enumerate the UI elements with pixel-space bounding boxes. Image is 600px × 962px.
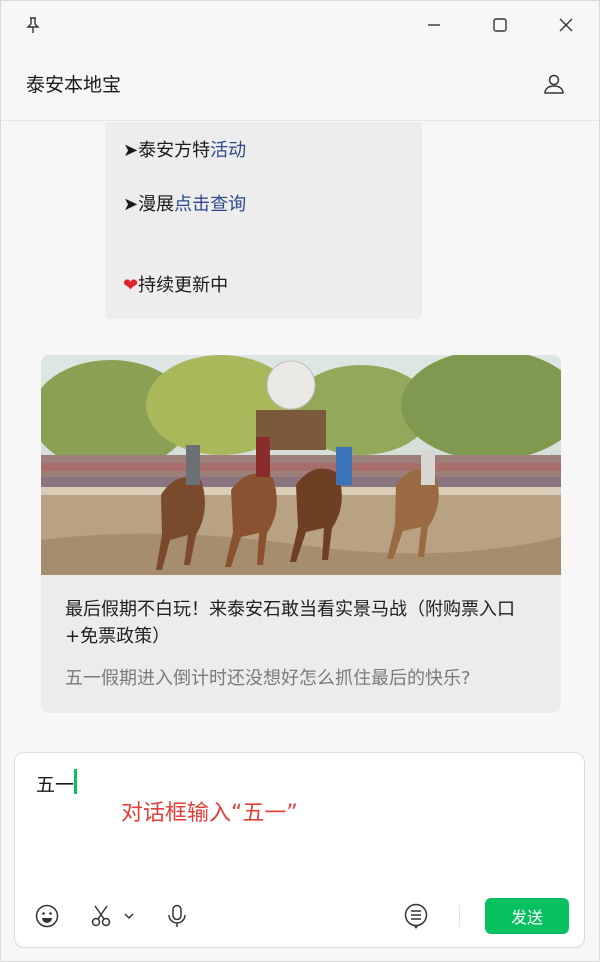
chat-header: 泰安本地宝: [1, 49, 599, 121]
chat-title: 泰安本地宝: [26, 74, 122, 96]
person-icon[interactable]: [539, 69, 569, 99]
minimize-icon[interactable]: [418, 11, 450, 39]
message-line-comic-expo: ➤漫展点击查询: [123, 190, 246, 216]
text-caret: [74, 769, 77, 794]
message-line-updating: ❤持续更新中: [123, 271, 228, 297]
chevron-down-icon[interactable]: [117, 901, 141, 931]
message-line-activity: ➤泰安方特活动: [123, 136, 246, 162]
emoji-icon[interactable]: [32, 901, 62, 931]
query-link[interactable]: 点击查询: [174, 194, 246, 215]
article-card[interactable]: 最后假期不白玩！来泰安石敢当看实景马战（附购票入口+免票政策） 五一假期进入倒计…: [41, 355, 561, 713]
article-image: [41, 355, 561, 575]
title-bar: [1, 1, 599, 49]
message-input[interactable]: 五一: [36, 770, 74, 797]
message-list[interactable]: ➤泰安方特活动 ➤漫展点击查询 ❤持续更新中 最后假期不白玩！来泰安石敢当看实景…: [1, 122, 599, 740]
send-button[interactable]: 发送: [485, 898, 569, 934]
chat-window: 泰安本地宝 ➤泰安方特活动 ➤漫展点击查询 ❤持续更新中 最后假期不白玩！来泰安…: [0, 0, 600, 962]
activity-link[interactable]: 活动: [210, 140, 246, 161]
close-icon[interactable]: [550, 11, 582, 39]
chat-history-icon[interactable]: [401, 901, 431, 931]
microphone-icon[interactable]: [162, 901, 192, 931]
line-text: ➤泰安方特: [123, 140, 211, 161]
line-text: ➤漫展: [123, 194, 175, 215]
annotation-text: 对话框输入“五一”: [121, 801, 298, 826]
article-title: 最后假期不白玩！来泰安石敢当看实景马战（附购票入口+免票政策）: [65, 599, 515, 647]
message-bubble: ➤泰安方特活动 ➤漫展点击查询 ❤持续更新中: [105, 122, 422, 319]
message-composer[interactable]: 五一 对话框输入“五一” 发送: [14, 752, 585, 948]
heart-icon: ❤: [123, 275, 139, 296]
article-description: 五一假期进入倒计时还没想好怎么抓住最后的快乐?: [65, 668, 471, 689]
line-text: 持续更新中: [138, 275, 229, 296]
scissors-icon[interactable]: [87, 901, 117, 931]
toolbar-divider: [459, 905, 460, 927]
maximize-icon[interactable]: [484, 11, 516, 39]
pin-icon[interactable]: [17, 11, 49, 39]
